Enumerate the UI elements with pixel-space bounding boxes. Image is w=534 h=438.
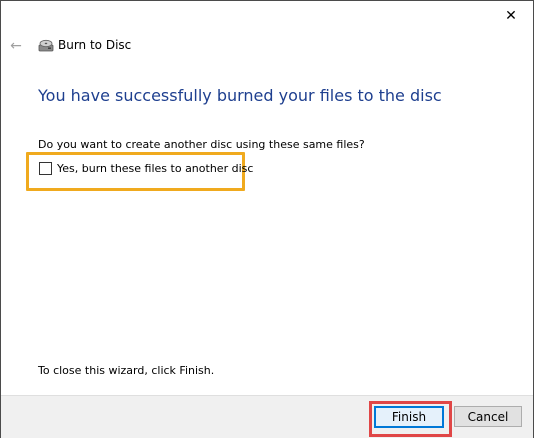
close-icon: ✕ [505,8,517,24]
burn-to-disc-wizard-window: ✕ ← Burn to Disc You have successfully b… [0,0,534,438]
another-disc-question: Do you want to create another disc using… [38,138,365,151]
cancel-button[interactable]: Cancel [454,406,522,427]
finish-button[interactable]: Finish [374,406,444,428]
burn-another-disc-option[interactable]: Yes, burn these files to another disc [39,162,253,175]
wizard-title: Burn to Disc [58,38,132,52]
burn-another-disc-label: Yes, burn these files to another disc [57,162,254,175]
close-button[interactable]: ✕ [491,1,531,31]
back-arrow-icon: ← [10,38,22,54]
burn-another-disc-checkbox[interactable] [39,162,52,175]
disc-drive-icon [38,39,54,52]
success-headline: You have successfully burned your files … [38,86,442,105]
close-wizard-hint: To close this wizard, click Finish. [38,364,215,377]
back-button[interactable]: ← [6,36,26,56]
